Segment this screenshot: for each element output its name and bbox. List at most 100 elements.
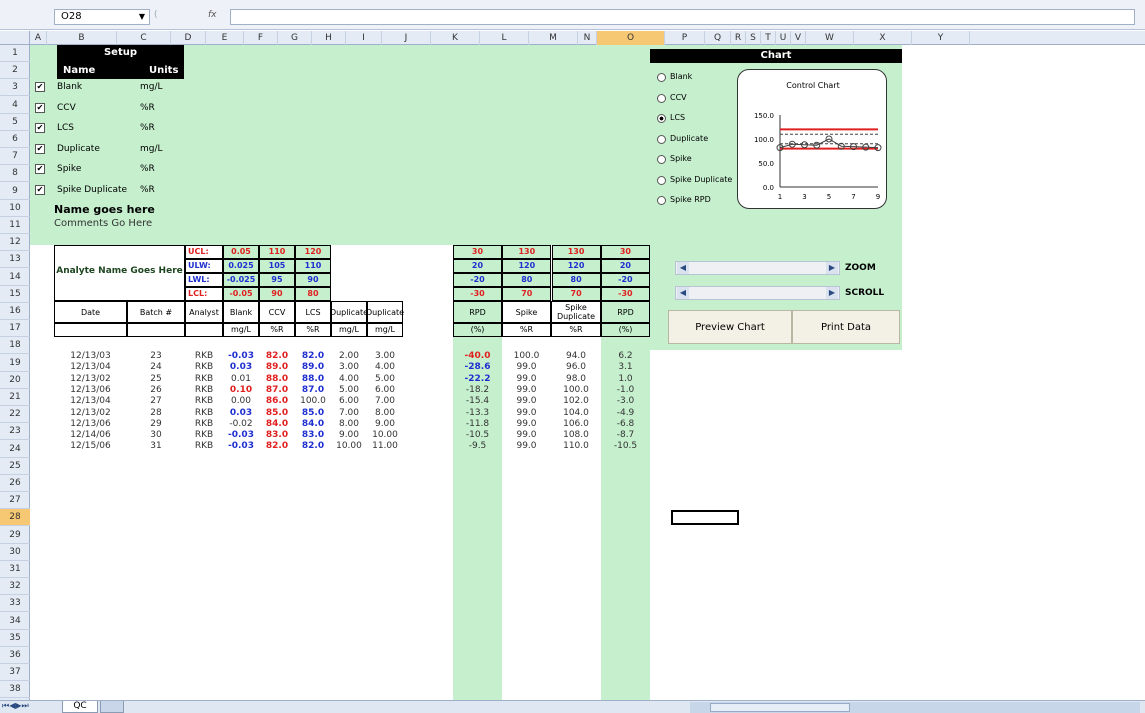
radio-button[interactable]: [657, 175, 666, 185]
data-cell[interactable]: 82.0: [295, 441, 331, 452]
row-header-27[interactable]: 27: [0, 492, 30, 510]
row-header-5[interactable]: 5: [0, 114, 30, 131]
data-cell[interactable]: 99.0: [502, 385, 551, 396]
data-cell[interactable]: 12/13/06: [54, 419, 127, 430]
select-all-corner[interactable]: [0, 31, 30, 45]
column-header-i[interactable]: I: [346, 31, 382, 45]
data-cell[interactable]: 89.0: [259, 362, 295, 373]
row-header-34[interactable]: 34: [0, 613, 30, 630]
data-cell[interactable]: 8.00: [331, 419, 367, 430]
row-header-3[interactable]: 3: [0, 79, 30, 97]
checkbox[interactable]: ✔: [35, 102, 45, 113]
data-cell[interactable]: 99.0: [502, 362, 551, 373]
data-cell[interactable]: 12/13/03: [54, 351, 127, 362]
column-header-c[interactable]: C: [117, 31, 171, 45]
data-cell[interactable]: 10.00: [331, 441, 367, 452]
row-header-8[interactable]: 8: [0, 165, 30, 183]
checkbox[interactable]: ✔: [35, 184, 45, 195]
column-header-g[interactable]: G: [278, 31, 312, 45]
column-header-b[interactable]: B: [47, 31, 117, 45]
row-header-35[interactable]: 35: [0, 630, 30, 647]
data-cell[interactable]: 110.0: [551, 441, 601, 452]
data-cell[interactable]: 83.0: [259, 430, 295, 441]
checkbox[interactable]: ✔: [35, 82, 45, 92]
worksheet-grid[interactable]: Setup Name Units Name goes here Comments…: [30, 45, 1145, 700]
data-cell[interactable]: 9.00: [331, 430, 367, 441]
column-header-l[interactable]: L: [480, 31, 529, 45]
data-cell[interactable]: RKB: [185, 374, 223, 385]
data-cell[interactable]: -3.0: [601, 396, 650, 407]
data-cell[interactable]: -28.6: [453, 362, 502, 373]
data-cell[interactable]: 102.0: [551, 396, 601, 407]
data-cell[interactable]: -0.03: [223, 430, 259, 441]
radio-button[interactable]: [657, 93, 666, 103]
row-header-7[interactable]: 7: [0, 148, 30, 166]
data-cell[interactable]: 12/13/04: [54, 362, 127, 373]
data-cell[interactable]: 85.0: [295, 408, 331, 419]
row-header-30[interactable]: 30: [0, 544, 30, 561]
column-header-s[interactable]: S: [746, 31, 761, 45]
column-header-t[interactable]: T: [761, 31, 776, 45]
data-cell[interactable]: 2.00: [331, 351, 367, 362]
horizontal-scrollbar[interactable]: [690, 702, 1140, 713]
data-cell[interactable]: -6.8: [601, 419, 650, 430]
column-header-f[interactable]: F: [244, 31, 278, 45]
data-cell[interactable]: 100.0: [502, 351, 551, 362]
column-header-n[interactable]: N: [578, 31, 597, 45]
data-cell[interactable]: -9.5: [453, 441, 502, 452]
scroll-left-icon[interactable]: ◀: [677, 287, 689, 299]
data-cell[interactable]: 3.00: [331, 362, 367, 373]
column-header-d[interactable]: D: [171, 31, 206, 45]
data-cell[interactable]: 0.10: [223, 385, 259, 396]
data-cell[interactable]: 7.00: [331, 408, 367, 419]
row-header-37[interactable]: 37: [0, 664, 30, 682]
column-header-q[interactable]: Q: [705, 31, 731, 45]
data-cell[interactable]: 10.00: [367, 430, 403, 441]
scroll-right-icon[interactable]: ▶: [826, 262, 838, 274]
data-cell[interactable]: 99.0: [502, 441, 551, 452]
row-header-9[interactable]: 9: [0, 183, 30, 200]
data-cell[interactable]: 0.00: [223, 396, 259, 407]
row-header-26[interactable]: 26: [0, 475, 30, 492]
data-cell[interactable]: 12/15/06: [54, 441, 127, 452]
data-cell[interactable]: 27: [127, 396, 185, 407]
scrollbar-thumb[interactable]: [710, 703, 850, 712]
checkbox[interactable]: ✔: [35, 123, 45, 133]
data-cell[interactable]: 3.00: [367, 351, 403, 362]
data-cell[interactable]: -11.8: [453, 419, 502, 430]
data-cell[interactable]: 5.00: [367, 374, 403, 385]
column-header-y[interactable]: Y: [912, 31, 970, 45]
column-header-p[interactable]: P: [665, 31, 705, 45]
preview-chart-button[interactable]: Preview Chart: [668, 310, 792, 344]
data-cell[interactable]: 12/13/02: [54, 374, 127, 385]
data-cell[interactable]: 6.00: [367, 385, 403, 396]
row-header-10[interactable]: 10: [0, 200, 30, 217]
column-header-a[interactable]: A: [30, 31, 47, 45]
data-cell[interactable]: 82.0: [295, 351, 331, 362]
data-cell[interactable]: 25: [127, 374, 185, 385]
radio-button[interactable]: [657, 155, 666, 164]
data-cell[interactable]: RKB: [185, 408, 223, 419]
data-cell[interactable]: -8.7: [601, 430, 650, 441]
data-cell[interactable]: 108.0: [551, 430, 601, 441]
row-header-22[interactable]: 22: [0, 406, 30, 424]
data-cell[interactable]: -22.2: [453, 374, 502, 385]
data-cell[interactable]: 24: [127, 362, 185, 373]
checkbox[interactable]: ✔: [35, 143, 45, 154]
row-header-29[interactable]: 29: [0, 527, 30, 544]
radio-button[interactable]: [657, 196, 666, 205]
checkbox[interactable]: ✔: [35, 164, 45, 174]
row-header-18[interactable]: 18: [0, 337, 30, 355]
data-cell[interactable]: RKB: [185, 362, 223, 373]
data-cell[interactable]: RKB: [185, 396, 223, 407]
data-cell[interactable]: 88.0: [295, 374, 331, 385]
data-cell[interactable]: -18.2: [453, 385, 502, 396]
data-cell[interactable]: 4.00: [331, 374, 367, 385]
data-cell[interactable]: 29: [127, 419, 185, 430]
row-header-6[interactable]: 6: [0, 131, 30, 148]
data-cell[interactable]: 6.2: [601, 351, 650, 362]
print-data-button[interactable]: Print Data: [792, 310, 900, 344]
data-cell[interactable]: 12/13/04: [54, 396, 127, 407]
data-cell[interactable]: -40.0: [453, 351, 502, 362]
data-cell[interactable]: 6.00: [331, 396, 367, 407]
